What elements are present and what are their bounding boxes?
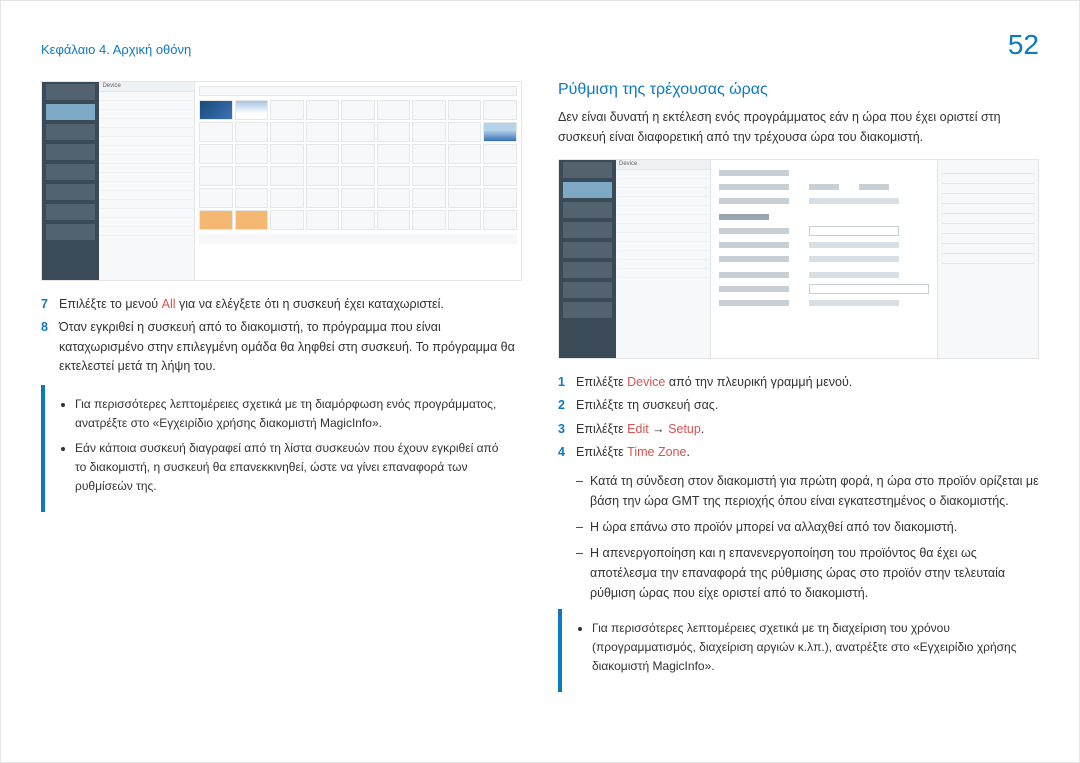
- step-number: 4: [558, 443, 565, 462]
- dash-item: Η ώρα επάνω στο προϊόν μπορεί να αλλαχθε…: [576, 517, 1039, 537]
- note-item: Για περισσότερες λεπτομέρειες σχετικά με…: [592, 619, 1029, 677]
- ss-panel-label: Device: [99, 82, 194, 92]
- step-number: 7: [41, 295, 48, 314]
- manual-page: Κεφάλαιο 4. Αρχική οθόνη 52 Device: [0, 0, 1080, 763]
- ss-device-list: Device: [99, 82, 195, 280]
- chapter-title: Κεφάλαιο 4. Αρχική οθόνη: [41, 42, 191, 57]
- ss-edit-panel: [711, 160, 1038, 358]
- keyword-time-zone: Time Zone: [627, 445, 686, 459]
- step-8: 8 Όταν εγκριθεί η συσκευή από το διακομι…: [41, 318, 522, 376]
- dash-item: Η απενεργοποίηση και η επανενεργοποίηση …: [576, 543, 1039, 603]
- ss-right-panel: [938, 160, 1038, 358]
- step-number: 3: [558, 420, 565, 439]
- step-7: 7 Επιλέξτε το μενού All για να ελέγξετε …: [41, 295, 522, 314]
- keyword-device: Device: [627, 375, 665, 389]
- keyword-all: All: [162, 297, 176, 311]
- step-text: Όταν εγκριθεί η συσκευή από το διακομιστ…: [59, 320, 515, 373]
- ss-nav-sidebar: [559, 160, 616, 358]
- right-steps: 1 Επιλέξτε Device από την πλευρική γραμμ…: [558, 373, 1039, 463]
- note-item: Για περισσότερες λεπτομέρειες σχετικά με…: [75, 395, 512, 433]
- left-steps: 7 Επιλέξτε το μενού All για να ελέγξετε …: [41, 295, 522, 377]
- right-note-box: Για περισσότερες λεπτομέρειες σχετικά με…: [558, 609, 1039, 693]
- ss-main-panel: [195, 82, 521, 280]
- step-text-pre: Επιλέξτε το μενού: [59, 297, 162, 311]
- screenshot-time-zone: Device: [558, 159, 1039, 359]
- two-column-layout: Device: [41, 81, 1039, 692]
- section-intro: Δεν είναι δυνατή η εκτέλεση ενός προγράμ…: [558, 107, 1039, 147]
- left-column: Device: [41, 81, 522, 692]
- keyword-setup: Setup: [668, 422, 701, 436]
- keyword-edit: Edit: [627, 422, 649, 436]
- step-2: 2 Επιλέξτε τη συσκευή σας.: [558, 396, 1039, 415]
- ss-device-list: Device: [616, 160, 711, 358]
- ss-tab-all: [199, 86, 517, 96]
- dash-item: Κατά τη σύνδεση στον διακομιστή για πρώτ…: [576, 471, 1039, 511]
- step-number: 2: [558, 396, 565, 415]
- page-number: 52: [1008, 29, 1039, 61]
- sub-notes: Κατά τη σύνδεση στον διακομιστή για πρώτ…: [576, 471, 1039, 603]
- step-text-post: για να ελέγξετε ότι η συσκευή έχει καταχ…: [176, 297, 444, 311]
- step-3: 3 Επιλέξτε Edit → Setup.: [558, 420, 1039, 439]
- section-heading: Ρύθμιση της τρέχουσας ώρας: [558, 81, 1039, 99]
- note-item: Εάν κάποια συσκευή διαγραφεί από τη λίστ…: [75, 439, 512, 497]
- page-header: Κεφάλαιο 4. Αρχική οθόνη 52: [41, 29, 1039, 61]
- right-column: Ρύθμιση της τρέχουσας ώρας Δεν είναι δυν…: [558, 81, 1039, 692]
- left-note-box: Για περισσότερες λεπτομέρειες σχετικά με…: [41, 385, 522, 513]
- ss-panel-label: Device: [616, 160, 710, 170]
- step-1: 1 Επιλέξτε Device από την πλευρική γραμμ…: [558, 373, 1039, 392]
- step-number: 1: [558, 373, 565, 392]
- step-number: 8: [41, 318, 48, 337]
- step-4: 4 Επιλέξτε Time Zone.: [558, 443, 1039, 462]
- ss-nav-sidebar: [42, 82, 99, 280]
- screenshot-device-grid: Device: [41, 81, 522, 281]
